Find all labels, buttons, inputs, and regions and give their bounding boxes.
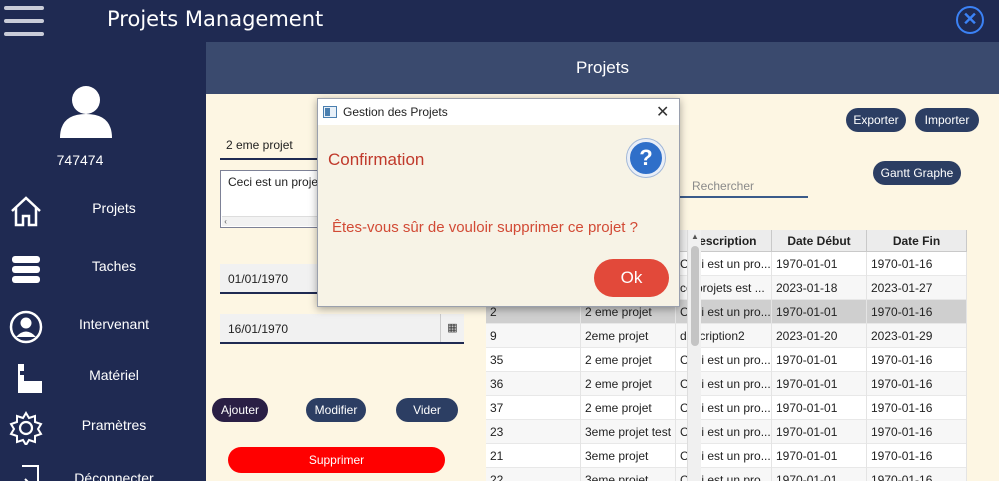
sidebar-item-materiel[interactable]: Matériel — [0, 357, 206, 397]
hamburger-menu-icon[interactable] — [4, 4, 44, 38]
app-title: Projets Management — [107, 7, 324, 31]
gantt-graph-button[interactable]: Gantt Graphe — [873, 161, 961, 185]
table-row[interactable]: 9 2eme projet description2 2023-01-20 2023-0… — [486, 324, 967, 348]
table-cell: 1970-01-01 — [772, 300, 867, 324]
sidebar-item-label: Projets — [92, 200, 136, 216]
table-cell: 1970-01-01 — [772, 348, 867, 372]
column-header-date-debut[interactable]: Date Début — [772, 230, 867, 252]
dialog-close-icon[interactable]: ✕ — [656, 102, 669, 122]
confirmation-dialog: Gestion des Projets ✕ Confirmation ? Ête… — [317, 98, 680, 307]
sidebar-item-label: Pramètres — [81, 417, 147, 433]
column-header-date-fin[interactable]: Date Fin — [867, 230, 967, 252]
sidebar-item-projets[interactable]: Projets — [0, 190, 206, 230]
table-cell: 37 — [486, 396, 581, 420]
sidebar-item-label: Intervenant — [78, 316, 150, 332]
table-cell: 2 eme projet — [581, 396, 676, 420]
sidebar-item-label: Déconnecter — [74, 470, 154, 481]
modifier-button[interactable]: Modifier — [306, 398, 366, 422]
sidebar-item-label: Taches — [91, 258, 137, 274]
project-description-textarea[interactable]: Ceci est un proje ‹ — [220, 170, 330, 228]
description-text: Ceci est un proje — [228, 175, 319, 189]
table-cell: 1970-01-01 — [772, 468, 867, 481]
importer-button[interactable]: Importer — [915, 108, 979, 132]
scroll-up-icon[interactable]: ▲ — [690, 232, 700, 241]
search-input[interactable]: Rechercher — [680, 174, 808, 198]
vertical-scrollbar[interactable]: ▲ — [687, 230, 701, 481]
sidebar-item-taches[interactable]: Taches — [0, 248, 206, 288]
table-cell: 22 — [486, 468, 581, 481]
table-cell: 1970-01-16 — [867, 300, 967, 324]
table-cell: 1970-01-01 — [772, 444, 867, 468]
sidebar-item-parametres[interactable]: Pramètres — [0, 407, 206, 447]
exporter-button[interactable]: Exporter — [846, 108, 906, 132]
table-row[interactable]: 23 3eme projet test Ceci est un pro... 1970… — [486, 420, 967, 444]
table-cell: 21 — [486, 444, 581, 468]
table-cell: 2023-01-20 — [772, 324, 867, 348]
scroll-thumb[interactable] — [691, 246, 699, 346]
user-id: 747474 — [56, 152, 104, 168]
window-app-icon — [323, 106, 337, 118]
horizontal-scrollbar[interactable]: ‹ — [222, 216, 328, 226]
user-icon — [9, 310, 43, 344]
table-cell: 2023-01-18 — [772, 276, 867, 300]
table-cell: 2023-01-27 — [867, 276, 967, 300]
table-row[interactable]: 36 2 eme projet Ceci est un pro... 1970-01-… — [486, 372, 967, 396]
logout-icon — [22, 465, 39, 481]
table-cell: 1970-01-01 — [772, 372, 867, 396]
table-cell: 2eme projet — [581, 324, 676, 348]
table-cell: 1970-01-01 — [772, 252, 867, 276]
dialog-window-title: Gestion des Projets — [343, 105, 448, 119]
start-date-value: 01/01/1970 — [228, 272, 289, 286]
table-cell: 36 — [486, 372, 581, 396]
table-cell: 3eme projet test — [581, 420, 676, 444]
vider-button[interactable]: Vider — [396, 398, 458, 422]
table-row[interactable]: 37 2 eme projet Ceci est un pro... 1970-01-… — [486, 396, 967, 420]
sidebar-item-label: Matériel — [89, 367, 139, 383]
project-name-input[interactable]: 2 eme projet — [220, 134, 330, 160]
ok-button[interactable]: Ok — [594, 259, 669, 297]
table-cell: 2 eme projet — [581, 348, 676, 372]
close-app-icon[interactable]: ✕ — [956, 6, 984, 34]
dialog-heading: Confirmation — [328, 150, 425, 169]
top-bar: Projets Management ✕ — [0, 0, 999, 42]
table-cell: 1970-01-16 — [867, 468, 967, 481]
table-cell: 2023-01-29 — [867, 324, 967, 348]
table-cell: 1970-01-16 — [867, 444, 967, 468]
calendar-icon[interactable]: ▦ — [440, 314, 464, 342]
gear-icon — [9, 411, 43, 445]
table-row[interactable]: 22 3eme projet Ceci est un pro... 1970-01-0… — [486, 468, 967, 481]
dialog-title-bar[interactable]: Gestion des Projets ✕ — [318, 99, 679, 125]
wrench-icon — [18, 364, 42, 393]
sidebar-item-intervenant[interactable]: Intervenant — [0, 306, 206, 346]
table-cell: 23 — [486, 420, 581, 444]
stack-icon — [12, 256, 40, 283]
table-cell: 35 — [486, 348, 581, 372]
home-icon — [11, 196, 41, 227]
ajouter-button[interactable]: Ajouter — [212, 398, 268, 422]
supprimer-button[interactable]: Supprimer — [228, 447, 445, 473]
table-cell: 1970-01-16 — [867, 348, 967, 372]
page-title: Projets — [206, 42, 999, 94]
table-cell: 9 — [486, 324, 581, 348]
table-row[interactable]: 35 2 eme projet Ceci est un pro... 1970-01-… — [486, 348, 967, 372]
table-row[interactable]: 21 3eme projet Ceci est un pro... 1970-01-0… — [486, 444, 967, 468]
sidebar: 747474 Projets Taches Intervenant Matéri… — [0, 42, 206, 481]
table-cell: 1970-01-16 — [867, 372, 967, 396]
end-date-value: 16/01/1970 — [228, 322, 289, 336]
user-avatar-icon — [60, 86, 112, 138]
question-icon: ? — [627, 139, 665, 177]
end-date-picker[interactable]: 16/01/1970 ▦ — [220, 314, 464, 344]
dialog-message: Êtes-vous sûr de vouloir supprimer ce pr… — [332, 219, 638, 236]
table-cell: 1970-01-01 — [772, 420, 867, 444]
table-cell: 1970-01-16 — [867, 420, 967, 444]
sidebar-item-deconnecter[interactable]: Déconnecter — [0, 460, 206, 481]
table-cell: 1970-01-16 — [867, 396, 967, 420]
table-cell: 1970-01-16 — [867, 252, 967, 276]
table-cell: 3eme projet — [581, 468, 676, 481]
table-cell: 1970-01-01 — [772, 396, 867, 420]
table-cell: 2 eme projet — [581, 372, 676, 396]
table-cell: 3eme projet — [581, 444, 676, 468]
